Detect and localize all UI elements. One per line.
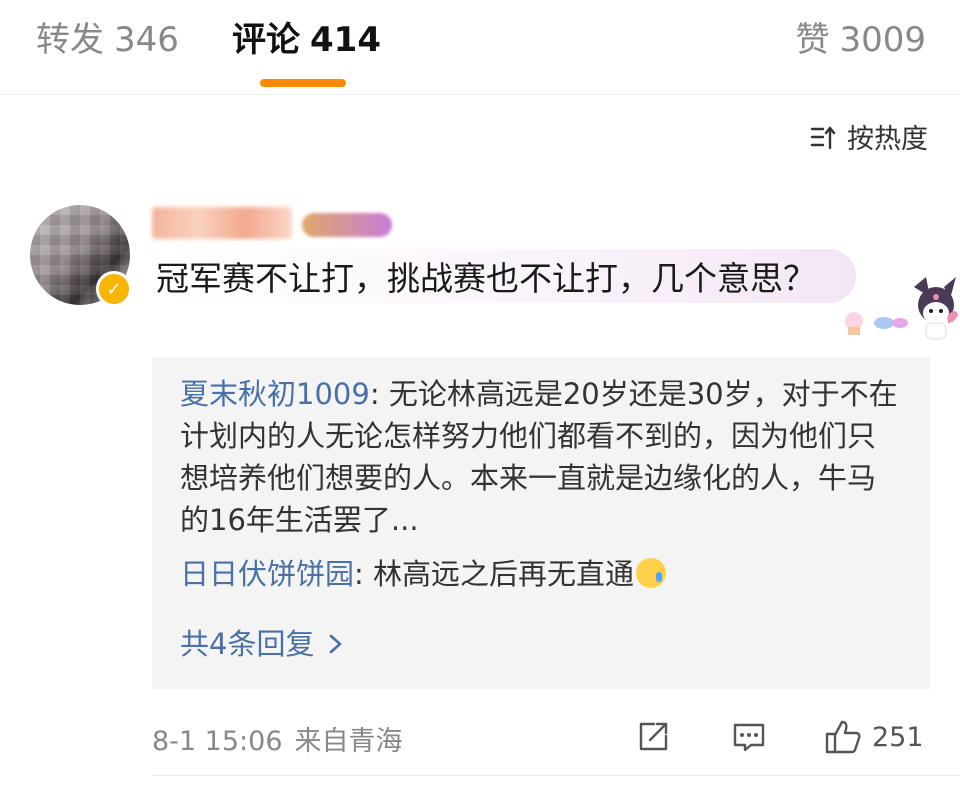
reply-separator: : xyxy=(354,557,374,591)
share-button[interactable] xyxy=(634,717,672,757)
replies-box: 夏末秋初1009: 无论林高远是20岁还是30岁，对于不在计划内的人无论怎样努力… xyxy=(152,357,930,689)
comment-list: 按热度 ✓ 冠军赛不让打，挑战赛也不让打，几个意思？ 夏末秋初1009: 无论林… xyxy=(0,95,960,806)
more-replies-link[interactable]: 共4条回复 xyxy=(180,623,344,665)
tab-comments[interactable]: 评论 414 xyxy=(232,18,381,62)
comment-text[interactable]: 冠军赛不让打，挑战赛也不让打，几个意思？ xyxy=(156,257,816,301)
username-redacted[interactable] xyxy=(152,207,292,239)
tab-reposts-label: 转发 xyxy=(36,20,104,60)
kuromi-sticker-icon xyxy=(845,277,958,340)
tab-comments-label: 评论 xyxy=(232,20,300,60)
reply-button[interactable] xyxy=(730,717,768,757)
sort-by-hot-button[interactable]: 按热度 xyxy=(809,117,928,156)
comment-meta-row: 8-1 15:06 来自青海 251 xyxy=(152,713,930,763)
chevron-right-icon xyxy=(330,634,342,654)
share-icon xyxy=(639,722,668,751)
tab-comments-count: 414 xyxy=(310,20,381,60)
reply-author[interactable]: 夏末秋初1009 xyxy=(180,377,370,411)
user-badge xyxy=(302,213,392,237)
comment-time: 8-1 15:06 xyxy=(152,726,283,757)
sort-icon xyxy=(810,125,836,149)
reply-item[interactable]: 日日伏饼饼园: 林高远之后再无直通 xyxy=(180,553,900,595)
more-replies-label: 共4条回复 xyxy=(180,627,315,661)
tab-likes[interactable]: 赞 3009 xyxy=(795,18,926,62)
comment-tabs: 转发 346 评论 414 赞 3009 xyxy=(0,0,960,95)
sad-face-emoji-icon xyxy=(636,558,667,588)
comment-divider xyxy=(152,775,960,776)
active-tab-indicator xyxy=(260,79,346,87)
tab-reposts[interactable]: 转发 346 xyxy=(36,18,179,62)
reply-text: 林高远之后再无直通 xyxy=(373,557,635,591)
tab-likes-label: 赞 xyxy=(795,20,830,60)
comment-source: 来自青海 xyxy=(294,726,403,757)
verified-badge-icon: ✓ xyxy=(96,271,132,307)
reply-item[interactable]: 夏末秋初1009: 无论林高远是20岁还是30岁，对于不在计划内的人无论怎样努力… xyxy=(180,373,900,541)
like-button[interactable]: 251 xyxy=(824,717,924,757)
reply-separator: : xyxy=(369,377,389,411)
thumbs-up-icon xyxy=(825,720,861,754)
tab-likes-count: 3009 xyxy=(839,20,926,60)
tab-reposts-count: 346 xyxy=(114,20,179,60)
like-count: 251 xyxy=(872,721,924,753)
sort-label: 按热度 xyxy=(847,124,928,155)
comment-timestamp: 8-1 15:06 来自青海 xyxy=(152,719,403,758)
comment-icon xyxy=(733,723,765,752)
reply-author[interactable]: 日日伏饼饼园 xyxy=(180,557,354,591)
